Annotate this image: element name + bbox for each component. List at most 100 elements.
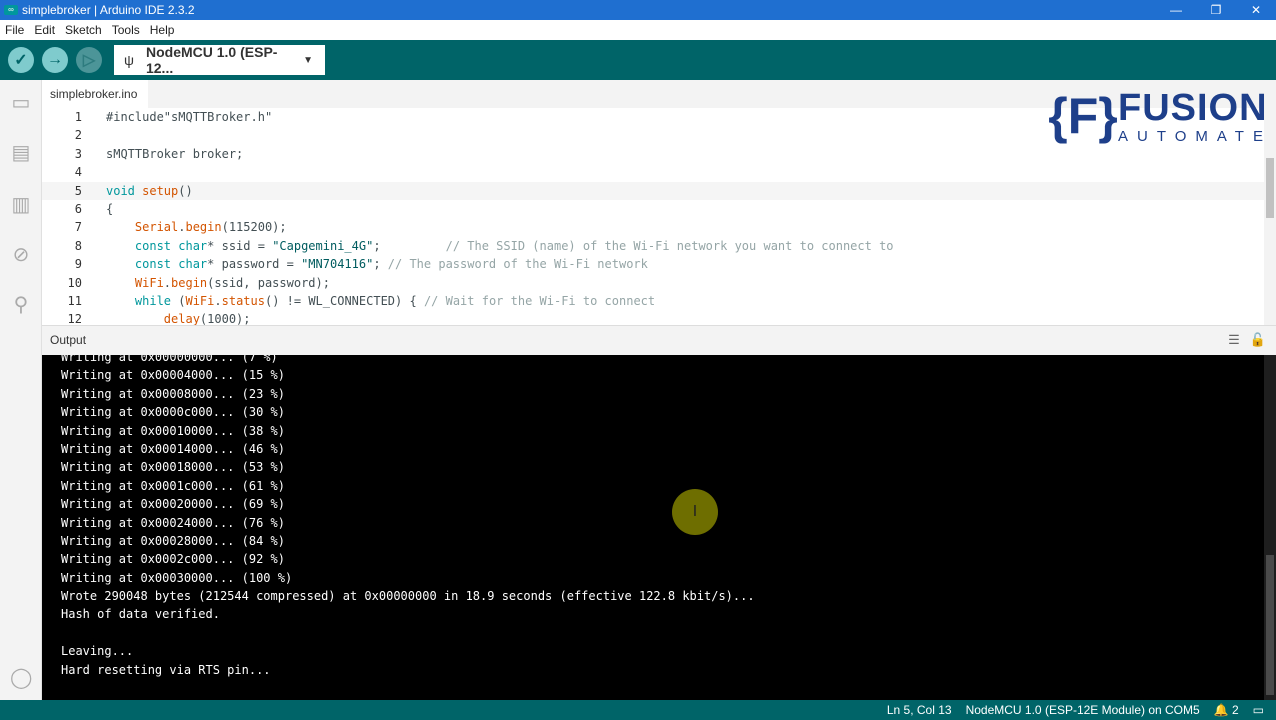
code-token: .	[178, 220, 186, 235]
library-icon[interactable]: ▥	[10, 192, 32, 217]
code-token: status	[221, 293, 265, 308]
code-token: begin	[171, 275, 208, 290]
code-token: sMQTTBroker broker;	[106, 146, 244, 161]
output-line: Writing at 0x00000000... (7 %)	[61, 355, 278, 364]
code-line: 9 const char * password = "MN704116"; // …	[42, 255, 1264, 273]
line-number: 8	[74, 238, 82, 253]
output-title: Output	[50, 333, 87, 347]
menu-help[interactable]: Help	[145, 23, 180, 37]
output-line: Writing at 0x00018000... (53 %)	[61, 460, 285, 475]
output-line: Writing at 0x00004000... (15 %)	[61, 368, 285, 383]
title-bar: ∞ simplebroker | Arduino IDE 2.3.2 — ❐ ✕	[0, 0, 1276, 20]
code-token: () != WL_CONNECTED) {	[264, 293, 424, 308]
sidebar: ▭ ▤ ▥ ⊘ ⚲ ◯	[0, 80, 42, 700]
notifications[interactable]: 🔔 2	[1214, 703, 1239, 717]
lock-icon[interactable]: 🔓	[1250, 326, 1266, 354]
code-line: 4	[42, 163, 1264, 181]
code-token: Serial	[106, 220, 179, 235]
code-token: (ssid, password);	[207, 275, 330, 290]
code-token: WiFi	[106, 275, 164, 290]
arduino-logo-icon: ∞	[4, 5, 18, 15]
maximize-button[interactable]: ❐	[1196, 0, 1236, 20]
output-line: Writing at 0x00008000... (23 %)	[61, 386, 285, 401]
code-line: 8 const char * ssid = "Capgemini_4G"; // …	[42, 237, 1264, 255]
board-port-status[interactable]: NodeMCU 1.0 (ESP-12E Module) on COM5	[966, 703, 1200, 717]
window-title: simplebroker | Arduino IDE 2.3.2	[22, 3, 195, 17]
line-number: 2	[74, 128, 82, 143]
output-scrollbar[interactable]	[1264, 355, 1276, 700]
code-token: // Wait for the Wi-Fi to connect	[423, 293, 656, 308]
line-number: 9	[74, 257, 82, 272]
code-token: ;	[373, 257, 388, 272]
code-token: ;	[373, 238, 446, 253]
line-number: 11	[67, 293, 82, 308]
debug-button[interactable]: ▷	[76, 47, 102, 73]
output-line: Writing at 0x00024000... (76 %)	[61, 515, 285, 530]
board-selector[interactable]: ψ NodeMCU 1.0 (ESP-12... ▼	[114, 44, 325, 76]
code-token: // The SSID (name) of the Wi-Fi network …	[445, 238, 894, 253]
minimize-button[interactable]: —	[1156, 0, 1196, 20]
output-line: Writing at 0x0001c000... (61 %)	[61, 478, 285, 493]
output-line: Wrote 290048 bytes (212544 compressed) a…	[61, 589, 755, 604]
code-token: .	[214, 293, 222, 308]
code-token: "Capgemini_4G"	[272, 238, 374, 253]
menu-sketch[interactable]: Sketch	[60, 23, 107, 37]
output-line: Writing at 0x00014000... (46 %)	[61, 441, 285, 456]
code-token: (	[171, 293, 186, 308]
output-line: Leaving...	[61, 644, 134, 659]
code-token: ()	[178, 183, 193, 198]
watermark-sub: AUTOMATE	[1118, 127, 1272, 145]
output-line: Writing at 0x00020000... (69 %)	[61, 497, 285, 512]
menu-bar: File Edit Sketch Tools Help	[0, 20, 1276, 40]
menu-edit[interactable]: Edit	[29, 23, 60, 37]
account-icon[interactable]: ◯	[10, 665, 32, 690]
code-token: * password =	[207, 257, 302, 272]
code-line: 7 Serial. begin (115200);	[42, 218, 1264, 236]
toggle-panel-icon[interactable]: ▭	[1253, 703, 1264, 717]
code-token: while	[106, 293, 172, 308]
code-token: (115200);	[221, 220, 287, 235]
tab-simplebroker[interactable]: simplebroker.ino	[42, 80, 148, 108]
usb-icon: ψ	[124, 52, 134, 68]
output-line: Writing at 0x0000c000... (30 %)	[61, 405, 285, 420]
output-console[interactable]: Writing at 0x00000000... (7 %) Writing at…	[42, 355, 1264, 700]
code-token: const char	[106, 238, 208, 253]
code-line: 6{	[42, 200, 1264, 218]
output-line: Writing at 0x00010000... (38 %)	[61, 423, 285, 438]
output-line: Hard resetting via RTS pin...	[61, 662, 271, 677]
cursor-position[interactable]: Ln 5, Col 13	[887, 703, 952, 717]
status-bar: Ln 5, Col 13 NodeMCU 1.0 (ESP-12E Module…	[0, 700, 1276, 720]
code-token: .	[163, 275, 172, 290]
code-line: 5 void setup()	[42, 181, 1264, 200]
output-header: Output ☰ 🔓	[42, 325, 1276, 355]
verify-button[interactable]: ✓	[8, 47, 34, 73]
debug-icon[interactable]: ⊘	[10, 242, 32, 267]
line-number: 10	[67, 275, 82, 290]
code-token: begin	[185, 220, 222, 235]
output-line: Writing at 0x0002c000... (92 %)	[61, 552, 285, 567]
code-token: "MN704116"	[301, 257, 374, 272]
line-number: 6	[74, 201, 82, 216]
code-token: // The password of the Wi-Fi network	[387, 257, 648, 272]
close-button[interactable]: ✕	[1236, 0, 1276, 20]
watermark-mark: {F}	[1048, 88, 1118, 144]
code-token: setup	[142, 183, 179, 198]
line-number: 3	[74, 146, 82, 161]
code-token: {	[106, 201, 114, 216]
line-number: 7	[74, 220, 82, 235]
folder-icon[interactable]: ▭	[10, 90, 32, 115]
code-line: 11 while (WiFi. status() != WL_CONNECTED)…	[42, 292, 1264, 310]
code-line: 10 WiFi. begin (ssid, password);	[42, 274, 1264, 292]
upload-button[interactable]: →	[42, 47, 68, 73]
clear-output-icon[interactable]: ☰	[1228, 326, 1240, 354]
board-manager-icon[interactable]: ▤	[10, 140, 32, 165]
menu-tools[interactable]: Tools	[107, 23, 145, 37]
line-number: 5	[74, 183, 82, 198]
output-line: Writing at 0x00030000... (100 %)	[61, 570, 293, 585]
code-token: (1000);	[199, 312, 251, 325]
code-token: delay	[106, 312, 200, 325]
menu-file[interactable]: File	[0, 23, 29, 37]
code-line: 12 delay (1000);	[42, 310, 1264, 325]
code-token: void	[106, 183, 143, 198]
search-icon[interactable]: ⚲	[10, 292, 32, 317]
